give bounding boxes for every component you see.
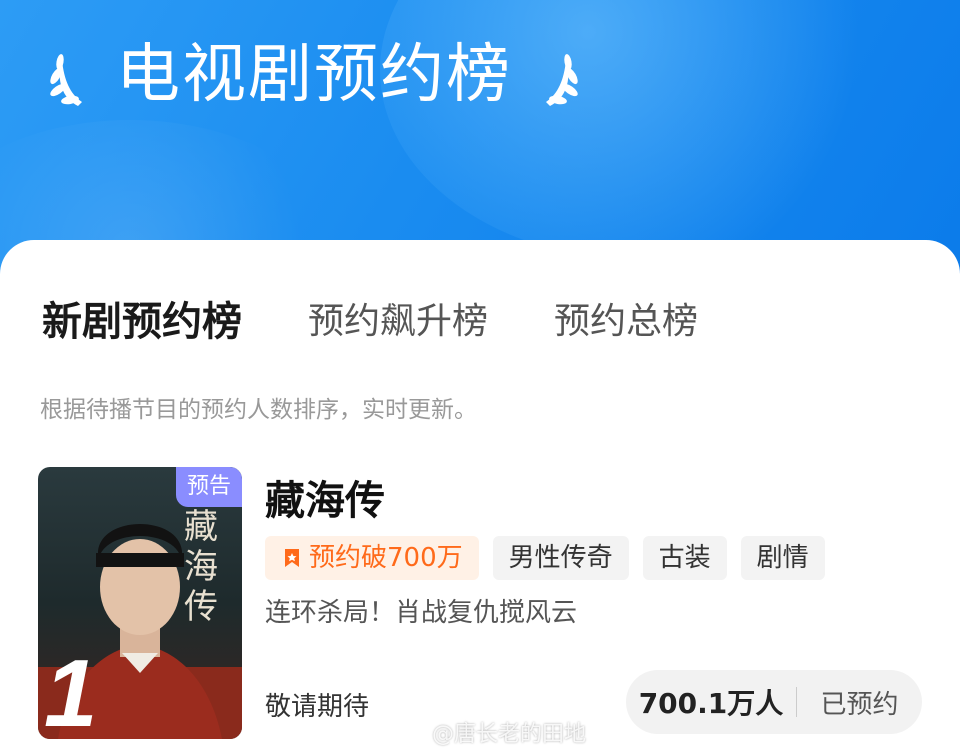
ranking-tabs: 新剧预约榜 预约飙升榜 预约总榜 — [42, 298, 764, 346]
genre-tag: 男性传奇 — [492, 536, 629, 580]
genre-tag: 剧情 — [740, 536, 825, 580]
show-tags: 预约破700万 男性传奇 古装 剧情 — [265, 536, 839, 580]
genre-tag: 古装 — [642, 536, 727, 580]
laurel-left-icon — [50, 54, 82, 106]
laurel-right-icon — [546, 54, 578, 106]
tab-total[interactable]: 预约总榜 — [554, 298, 698, 346]
release-status: 敬请期待 — [265, 692, 370, 722]
reserve-count: 700.1万人 — [638, 687, 784, 720]
show-tagline: 连环杀局！肖战复仇搅风云 — [265, 598, 578, 628]
ranking-card: 新剧预约榜 预约飙升榜 预约总榜 根据待播节目的预约人数排序，实时更新。 藏海传… — [0, 240, 960, 755]
rank-number: 1 — [44, 640, 98, 739]
reserve-label: 已预约 — [820, 689, 899, 720]
trailer-badge: 预告 — [176, 467, 242, 507]
show-poster[interactable]: 藏海传 预告 1 — [38, 467, 242, 739]
watermark: @唐长老的田地 — [400, 716, 586, 748]
reserve-button[interactable]: 700.1万人 已预约 — [626, 670, 922, 734]
bookmark-icon — [285, 549, 299, 567]
watermark-text: @唐长老的田地 — [432, 722, 587, 747]
reservation-milestone-tag: 预约破700万 — [265, 536, 479, 580]
hero-title-row: 电视剧预约榜 — [48, 30, 580, 120]
tab-rising[interactable]: 预约飙升榜 — [308, 298, 488, 346]
tab-new-drama[interactable]: 新剧预约榜 — [42, 298, 242, 346]
poster-title: 藏海传 — [184, 507, 218, 627]
show-title[interactable]: 藏海传 — [265, 468, 385, 526]
ranking-description: 根据待播节目的预约人数排序，实时更新。 — [40, 397, 477, 423]
page-title: 电视剧预约榜 — [116, 38, 512, 112]
milestone-label: 预约破700万 — [309, 543, 463, 573]
weibo-icon — [400, 723, 425, 742]
